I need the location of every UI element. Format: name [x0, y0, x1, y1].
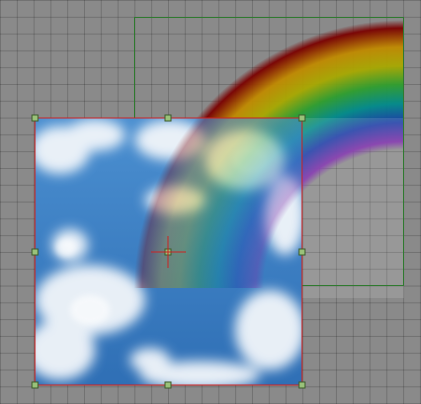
editor-canvas[interactable]	[0, 0, 421, 404]
handle-bottom-center[interactable]	[164, 381, 172, 389]
handle-bottom-left[interactable]	[31, 381, 39, 389]
handle-middle-right[interactable]	[298, 248, 306, 256]
handle-top-center[interactable]	[164, 114, 172, 122]
handle-bottom-right[interactable]	[298, 381, 306, 389]
handle-middle-left[interactable]	[31, 248, 39, 256]
handle-top-left[interactable]	[31, 114, 39, 122]
handle-top-right[interactable]	[298, 114, 306, 122]
